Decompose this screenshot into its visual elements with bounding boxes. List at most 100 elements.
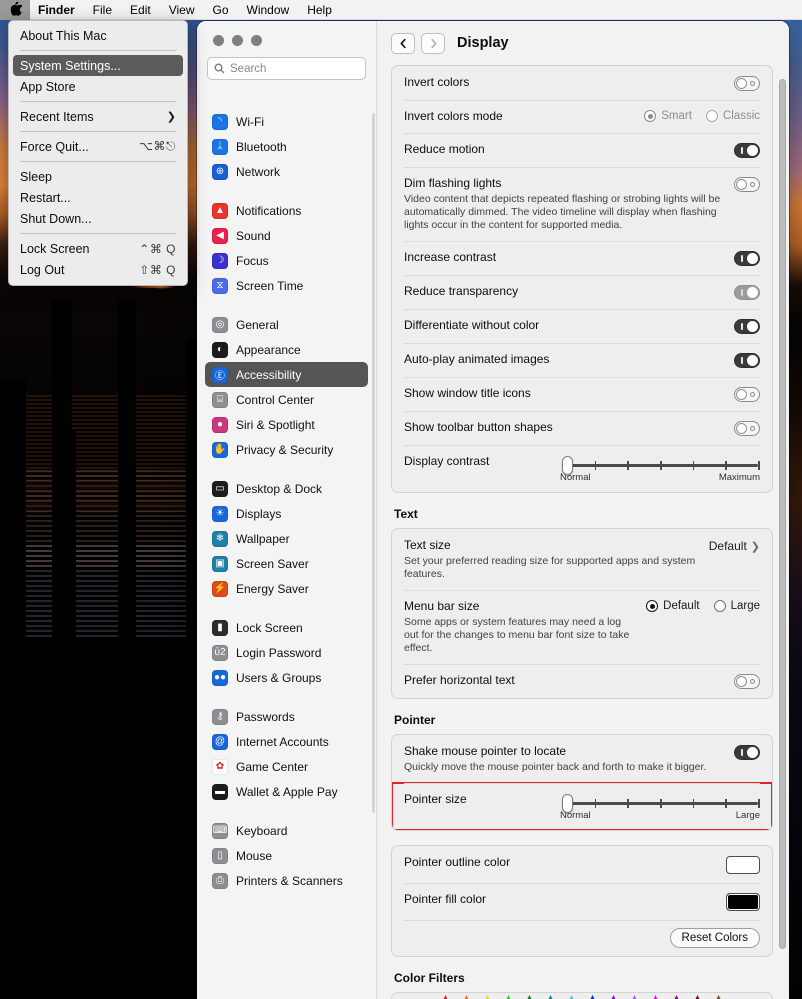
- toggle-switch[interactable]: [734, 251, 760, 266]
- menu-bar-item-edit[interactable]: Edit: [121, 0, 160, 20]
- slider-knob[interactable]: [562, 456, 573, 475]
- menu-bar-item-window[interactable]: Window: [238, 0, 299, 20]
- sidebar-item-passwords[interactable]: ⚷ Passwords: [205, 704, 368, 729]
- toggle-switch[interactable]: [734, 745, 760, 760]
- color-swatch-pointer-fill-color[interactable]: [726, 893, 760, 911]
- reset-colors-button[interactable]: Reset Colors: [669, 928, 760, 948]
- sidebar-item-energy-saver[interactable]: ⚡ Energy Saver: [205, 576, 368, 601]
- apple-menu-item-system-settings[interactable]: System Settings...: [13, 55, 183, 76]
- settings-row-reduce-motion[interactable]: Reduce motion: [392, 133, 772, 167]
- sidebar-item-bluetooth[interactable]: ᛦ Bluetooth: [205, 134, 368, 159]
- toggle-switch[interactable]: [734, 421, 760, 436]
- sidebar-item-game-center[interactable]: ✿ Game Center: [205, 754, 368, 779]
- menu-bar-item-help[interactable]: Help: [298, 0, 341, 20]
- settings-row-dim-flashing-lights[interactable]: Dim flashing lights Video content that de…: [392, 167, 772, 241]
- sidebar-item-login-password[interactable]: ὑ2 Login Password: [205, 640, 368, 665]
- settings-row-reduce-transparency[interactable]: Reduce transparency: [392, 275, 772, 309]
- settings-row-show-toolbar-button-shapes[interactable]: Show toolbar button shapes: [392, 411, 772, 445]
- slider-track[interactable]: [562, 794, 760, 813]
- menu-bar-item-go[interactable]: Go: [204, 0, 238, 20]
- settings-row-text-size[interactable]: Text size Set your preferred reading size…: [392, 529, 772, 590]
- toggle-switch[interactable]: [734, 387, 760, 402]
- settings-row-invert-colors[interactable]: Invert colors: [392, 66, 772, 100]
- sidebar-item-notifications[interactable]: ▲ Notifications: [205, 198, 368, 223]
- radio-option-classic[interactable]: Classic: [705, 110, 760, 122]
- apple-menu-item-shut-down[interactable]: Shut Down...: [9, 208, 187, 229]
- sidebar-item-network[interactable]: ⊕ Network: [205, 159, 368, 184]
- settings-row-pointer-outline-color[interactable]: Pointer outline color: [392, 846, 772, 883]
- sidebar-item-wi-fi[interactable]: ◝ Wi-Fi: [205, 109, 368, 134]
- sidebar-item-accessibility[interactable]: Ⓔ Accessibility: [205, 362, 368, 387]
- radio-button[interactable]: [705, 110, 718, 122]
- sidebar-item-lock-screen[interactable]: ▮ Lock Screen: [205, 615, 368, 640]
- sidebar-item-control-center[interactable]: ⌸ Control Center: [205, 387, 368, 412]
- apple-menu-item-recent-items[interactable]: Recent Items ❯: [9, 106, 187, 127]
- sidebar-item-appearance[interactable]: ◐ Appearance: [205, 337, 368, 362]
- sidebar-item-mouse[interactable]: ▯ Mouse: [205, 843, 368, 868]
- sidebar-item-focus[interactable]: ☽ Focus: [205, 248, 368, 273]
- apple-menu-item-restart[interactable]: Restart...: [9, 187, 187, 208]
- radio-button[interactable]: [646, 600, 659, 612]
- apple-menu-item-lock-screen[interactable]: Lock Screen ⌃⌘ Q: [9, 238, 187, 259]
- apple-menu-item-sleep[interactable]: Sleep: [9, 166, 187, 187]
- sidebar-item-sound[interactable]: ◀ Sound: [205, 223, 368, 248]
- radio-option-default[interactable]: Default: [646, 600, 700, 612]
- sidebar-item-displays[interactable]: ☀ Displays: [205, 501, 368, 526]
- settings-row-show-window-title-icons[interactable]: Show window title icons: [392, 377, 772, 411]
- sidebar-item-screen-time[interactable]: ⧖ Screen Time: [205, 273, 368, 298]
- sidebar-item-keyboard[interactable]: ⌨ Keyboard: [205, 818, 368, 843]
- sidebar-item-printers-scanners[interactable]: ⎙ Printers & Scanners: [205, 868, 368, 893]
- radio-button[interactable]: [644, 110, 657, 122]
- settings-row-menu-bar-size[interactable]: Menu bar size Some apps or system feature…: [392, 590, 772, 664]
- main-scrollbar[interactable]: [779, 79, 786, 949]
- back-button[interactable]: [391, 32, 415, 54]
- slider-track[interactable]: [562, 456, 760, 475]
- forward-button[interactable]: [421, 32, 445, 54]
- sidebar-scroll-area[interactable]: ◝ Wi-Fi ᛦ Bluetooth ⊕ Network ▲ Notifications ◀ S…: [197, 109, 376, 999]
- settings-row-auto-play-animated-images[interactable]: Auto-play animated images: [392, 343, 772, 377]
- slider-pointer-size[interactable]: Normal Large: [560, 793, 760, 821]
- radio-option-large[interactable]: Large: [713, 600, 760, 612]
- sidebar-scrollbar[interactable]: [372, 113, 375, 813]
- disclosure-control[interactable]: Default ❯: [709, 539, 760, 553]
- sidebar-item-privacy-security[interactable]: ✋ Privacy & Security: [205, 437, 368, 462]
- toggle-switch[interactable]: [734, 285, 760, 300]
- toggle-switch[interactable]: [734, 674, 760, 689]
- settings-row-invert-colors-mode[interactable]: Invert colors mode Smart Classic: [392, 100, 772, 133]
- sidebar-item-screen-saver[interactable]: ▣ Screen Saver: [205, 551, 368, 576]
- maximize-button[interactable]: [251, 35, 262, 46]
- search-input[interactable]: Search: [207, 57, 366, 80]
- apple-menu-item-about-this-mac[interactable]: About This Mac: [9, 25, 187, 46]
- settings-row-differentiate-without-color[interactable]: Differentiate without color: [392, 309, 772, 343]
- settings-row-display-contrast[interactable]: Display contrast Normal Maximum: [392, 445, 772, 492]
- menu-bar-item-view[interactable]: View: [160, 0, 204, 20]
- apple-menu-item-log-out[interactable]: Log Out ⇧⌘ Q: [9, 259, 187, 280]
- menu-bar-item-file[interactable]: File: [84, 0, 121, 20]
- slider-knob[interactable]: [562, 794, 573, 813]
- settings-row-shake-mouse-pointer-to-locate[interactable]: Shake mouse pointer to locate Quickly mov…: [392, 735, 772, 783]
- toggle-switch[interactable]: [734, 177, 760, 192]
- slider-display-contrast[interactable]: Normal Maximum: [560, 455, 760, 483]
- settings-row-pointer-fill-color[interactable]: Pointer fill color: [392, 883, 772, 920]
- settings-content-scroll[interactable]: Invert colors Invert colors mode Smart Clas…: [377, 65, 789, 999]
- toggle-switch[interactable]: [734, 319, 760, 334]
- toggle-switch[interactable]: [734, 143, 760, 158]
- toggle-switch[interactable]: [734, 76, 760, 91]
- apple-menu-item-force-quit[interactable]: Force Quit... ⌥⌘⎋: [9, 136, 187, 157]
- radio-option-smart[interactable]: Smart: [644, 110, 692, 122]
- apple-dropdown-menu[interactable]: About This Mac System Settings... App Stor…: [8, 20, 188, 286]
- close-button[interactable]: [213, 35, 224, 46]
- toggle-switch[interactable]: [734, 353, 760, 368]
- sidebar-item-desktop-dock[interactable]: ▭ Desktop & Dock: [205, 476, 368, 501]
- minimize-button[interactable]: [232, 35, 243, 46]
- menu-bar-item-finder[interactable]: Finder: [30, 0, 84, 20]
- radio-button[interactable]: [713, 600, 726, 612]
- apple-menu-item-app-store[interactable]: App Store: [9, 76, 187, 97]
- color-swatch-pointer-outline-color[interactable]: [726, 856, 760, 874]
- sidebar-item-wallpaper[interactable]: ❄ Wallpaper: [205, 526, 368, 551]
- sidebar-item-internet-accounts[interactable]: @ Internet Accounts: [205, 729, 368, 754]
- settings-row-pointer-size[interactable]: Pointer size Normal Large: [392, 782, 772, 830]
- settings-row-prefer-horizontal-text[interactable]: Prefer horizontal text: [392, 664, 772, 698]
- sidebar-item-siri-spotlight[interactable]: ● Siri & Spotlight: [205, 412, 368, 437]
- settings-row-increase-contrast[interactable]: Increase contrast: [392, 241, 772, 275]
